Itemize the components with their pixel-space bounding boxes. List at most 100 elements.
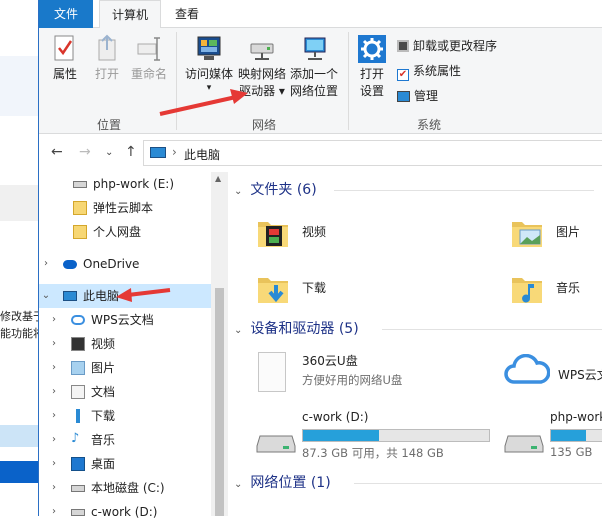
drive-icon: [256, 430, 296, 454]
expand-chevron-icon[interactable]: ›: [49, 308, 59, 332]
nav-item-label: 个人网盘: [93, 225, 142, 239]
video-icon: [71, 337, 85, 351]
uninstall-programs-button[interactable]: 卸载或更改程序: [397, 38, 497, 54]
properties-button[interactable]: 属性: [45, 34, 85, 83]
expand-chevron-icon[interactable]: ›: [49, 452, 59, 476]
rename-label: 重命名: [130, 67, 167, 81]
device-item[interactable]: php-work 135 GB: [504, 410, 602, 462]
drive-icon: [73, 181, 87, 188]
ribbon-tabs: 文件 计算机 查看: [39, 0, 602, 29]
devices-section-header[interactable]: ⌄ 设备和驱动器 (5): [234, 318, 602, 340]
expanded-chevron-icon[interactable]: ⌄: [41, 284, 51, 308]
rename-button[interactable]: 重命名: [127, 34, 171, 83]
tab-computer[interactable]: 计算机: [99, 0, 161, 29]
map-network-drive-button[interactable]: 映射网络 驱动器 ▾: [237, 34, 287, 100]
nav-item-label: 本地磁盘 (C:): [91, 481, 165, 495]
folder-label: 视频: [302, 225, 327, 239]
folder-item[interactable]: 下载: [256, 272, 346, 312]
expand-chevron-icon[interactable]: ›: [41, 252, 51, 276]
add-network-location-button[interactable]: 添加一个 网络位置: [287, 34, 341, 100]
device-sub: 87.3 GB 可用，共 148 GB: [302, 446, 444, 460]
nav-item[interactable]: php-work (E:): [39, 172, 211, 196]
expand-chevron-icon[interactable]: ›: [49, 500, 59, 524]
device-sub: 方便好用的网络U盘: [302, 373, 403, 387]
access-media-button[interactable]: 访问媒体 ▾: [182, 34, 236, 93]
folder-label: 音乐: [556, 281, 581, 295]
download-folder-icon: [256, 272, 290, 306]
manage-button[interactable]: 管理: [397, 88, 438, 104]
wps-cloud-icon: [504, 353, 551, 386]
device-item[interactable]: 360云U盘 方便好用的网络U盘: [256, 350, 486, 396]
open-settings-label-2: 设置: [359, 84, 384, 98]
device-item[interactable]: c-work (D:) 87.3 GB 可用，共 148 GB: [256, 410, 524, 462]
nav-item[interactable]: › 文档: [39, 380, 211, 404]
manage-label: 管理: [414, 89, 439, 103]
nav-item[interactable]: › c-work (D:): [39, 500, 211, 524]
nav-item-label: 音乐: [91, 433, 116, 447]
expand-chevron-icon[interactable]: ›: [49, 332, 59, 356]
expand-chevron-icon[interactable]: ›: [49, 476, 59, 500]
nav-item[interactable]: › 桌面: [39, 452, 211, 476]
nav-item[interactable]: › ♪ 音乐: [39, 428, 211, 452]
nav-item[interactable]: › OneDrive: [39, 252, 211, 276]
nav-item[interactable]: › 下载: [39, 404, 211, 428]
access-media-label: 访问媒体: [184, 67, 233, 81]
nav-scrollbar-thumb[interactable]: [215, 288, 224, 516]
map-drive-label-1: 映射网络: [237, 67, 286, 81]
dropdown-arrow: ▾: [206, 83, 212, 93]
expand-chevron-icon[interactable]: ›: [49, 428, 59, 452]
folder-item[interactable]: 视频: [256, 216, 346, 256]
folders-section-header[interactable]: ⌄ 文件夹 (6): [234, 179, 594, 201]
system-properties-label: 系统属性: [413, 64, 462, 78]
folder-icon: [73, 201, 87, 215]
network-group-label: 网络: [251, 118, 276, 132]
nav-item[interactable]: › 本地磁盘 (C:): [39, 476, 211, 500]
nav-item-label: WPS云文档: [91, 313, 154, 327]
tab-view[interactable]: 查看: [165, 0, 209, 28]
open-settings-button[interactable]: 打开 设置: [354, 34, 390, 100]
network-section-header[interactable]: ⌄ 网络位置 (1): [234, 472, 602, 494]
device-item[interactable]: WPS云文: [504, 350, 602, 396]
nav-item[interactable]: › WPS云文档: [39, 308, 211, 332]
up-arrow-icon[interactable]: ↑: [125, 144, 137, 160]
nav-item[interactable]: › 图片: [39, 356, 211, 380]
open-button[interactable]: 打开: [89, 34, 125, 83]
back-arrow-icon[interactable]: ←: [51, 144, 63, 160]
devices-section-title: 设备和驱动器 (5): [250, 321, 359, 337]
folder-label: 下载: [302, 281, 327, 295]
system-group-label: 系统: [416, 118, 441, 132]
tab-file[interactable]: 文件: [39, 0, 93, 28]
expand-chevron-icon[interactable]: ›: [49, 404, 59, 428]
recent-locations-chevron-icon[interactable]: ⌄: [105, 147, 113, 158]
section-divider: [334, 190, 594, 191]
background-window: 修改基于 能功能将: [0, 0, 38, 516]
nav-item-label: OneDrive: [83, 257, 140, 271]
nav-item-label: 下载: [91, 409, 116, 423]
scroll-up-icon[interactable]: ▲: [215, 174, 221, 183]
expand-chevron-icon[interactable]: ›: [49, 356, 59, 380]
system-properties-button[interactable]: ✔ 系统属性: [397, 63, 461, 81]
folder-item[interactable]: 图片: [510, 216, 600, 256]
properties-icon: [54, 35, 74, 61]
uninstall-label: 卸载或更改程序: [413, 39, 498, 53]
address-bar[interactable]: › 此电脑: [143, 140, 602, 166]
forward-arrow-icon[interactable]: →: [79, 144, 91, 160]
expand-chevron-icon[interactable]: ›: [49, 380, 59, 404]
folder-item[interactable]: 音乐: [510, 272, 600, 312]
add-location-label-1: 添加一个: [289, 67, 338, 81]
nav-item[interactable]: 个人网盘: [39, 220, 211, 244]
picture-icon: [71, 361, 85, 375]
path-separator: ›: [172, 145, 177, 159]
rename-icon: [137, 37, 160, 61]
nav-item[interactable]: 弹性云脚本: [39, 196, 211, 220]
nav-item[interactable]: ⌄ 此电脑: [39, 284, 211, 308]
drive-icon: [71, 509, 85, 516]
nav-scrollbar[interactable]: ▲: [211, 172, 228, 516]
network-drive-icon: [250, 43, 274, 60]
collapse-chevron-icon: ⌄: [234, 325, 243, 336]
nav-item[interactable]: › 视频: [39, 332, 211, 356]
music-icon: ♪: [71, 432, 85, 446]
picture-folder-icon: [510, 216, 544, 250]
open-icon: [98, 34, 116, 61]
nav-item-label: 弹性云脚本: [93, 201, 154, 215]
